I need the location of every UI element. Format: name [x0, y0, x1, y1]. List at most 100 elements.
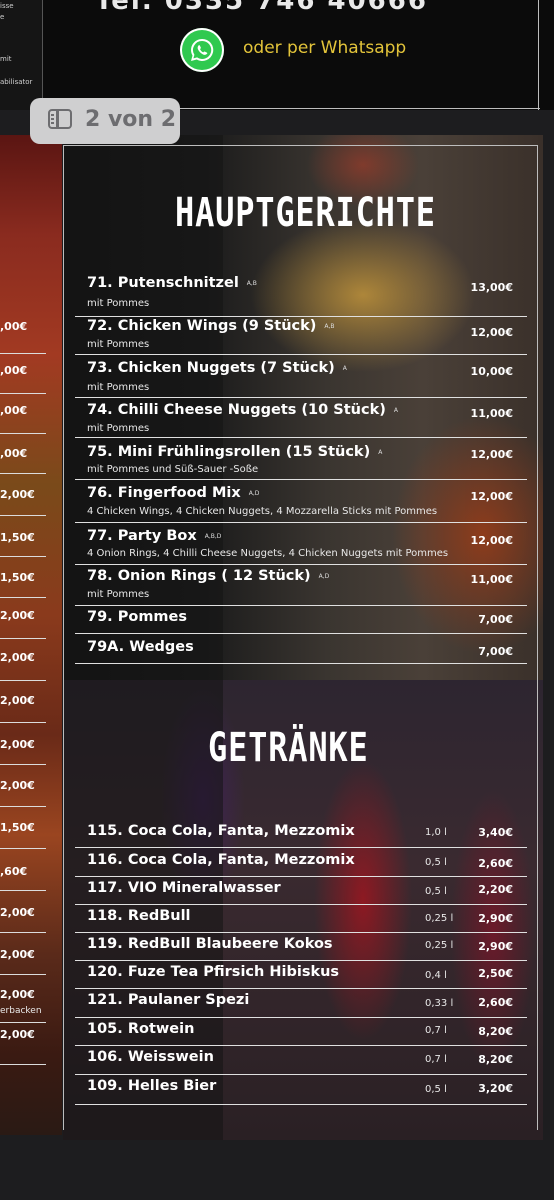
price-fragment: 1,50€ — [0, 821, 35, 834]
menu-item-volume: 0,7 l — [425, 1054, 447, 1065]
menu-item-name: 105. Rotwein — [87, 1021, 195, 1037]
menu-item-price: 12,00€ — [470, 534, 513, 547]
price-fragment: 2,00€ — [0, 488, 35, 501]
menu-item-name: 79A. Wedges — [87, 639, 194, 655]
divider — [75, 988, 527, 989]
price-fragment: 1,50€ — [0, 571, 35, 584]
page-indicator-label: 2 von 2 — [85, 107, 177, 132]
divider — [0, 680, 46, 681]
divider — [0, 848, 46, 849]
menu-item-name: 74. Chilli Cheese Nuggets (10 Stück) A — [87, 402, 398, 418]
menu-item-description: mit Pommes — [87, 589, 150, 600]
frame-line — [537, 145, 538, 1130]
menu-item-description: mit Pommes — [87, 423, 150, 434]
divider — [75, 876, 527, 877]
menu-item-name: 117. VIO Mineralwasser — [87, 880, 281, 896]
bottom-toolbar-area — [0, 1140, 554, 1200]
menu-item-price: 12,00€ — [470, 326, 513, 339]
divider — [75, 397, 527, 398]
divider — [75, 316, 527, 317]
divider — [75, 1045, 527, 1046]
whatsapp-icon — [180, 28, 224, 72]
menu-item-description: mit Pommes — [87, 298, 150, 309]
divider — [75, 847, 527, 848]
divider — [75, 663, 527, 664]
divider — [0, 806, 46, 807]
menu-item-volume: 0,33 l — [425, 998, 454, 1009]
menu-item-price: 13,00€ — [470, 281, 513, 294]
menu-item-description: mit Pommes — [87, 339, 150, 350]
divider — [75, 1074, 527, 1075]
fragment-text: abilisator — [0, 78, 33, 86]
divider — [0, 932, 46, 933]
fragment-text: e — [0, 13, 5, 21]
menu-item-price: 3,20€ — [478, 1082, 513, 1095]
menu-item-price: 12,00€ — [470, 490, 513, 503]
divider — [0, 433, 46, 434]
fragment-text: erbacken — [0, 1006, 42, 1016]
menu-item-name: 78. Onion Rings ( 12 Stück) A,D — [87, 568, 330, 584]
menu-item-volume: 0,5 l — [425, 886, 447, 897]
divider — [75, 437, 527, 438]
price-fragment: 2,00€ — [0, 694, 35, 707]
menu-item-name: 71. Putenschnitzel A,B — [87, 275, 257, 291]
menu-item-price: 2,90€ — [478, 912, 513, 925]
price-fragment: 2,00€ — [0, 738, 35, 751]
divider — [75, 479, 527, 480]
divider — [0, 393, 46, 394]
phone-number: Tel. 0335 746 40666 — [95, 0, 428, 16]
page-indicator[interactable]: 2 von 2 — [30, 98, 180, 144]
divider — [75, 932, 527, 933]
menu-item-name: 119. RedBull Blaubeere Kokos — [87, 936, 333, 952]
menu-item-volume: 0,5 l — [425, 857, 447, 868]
menu-item-name: 73. Chicken Nuggets (7 Stück) A — [87, 360, 347, 376]
menu-item-name: 109. Helles Bier — [87, 1078, 217, 1094]
menu-item-volume: 0,25 l — [425, 913, 454, 924]
menu-item-price: 7,00€ — [478, 613, 513, 626]
divider — [75, 904, 527, 905]
divider — [0, 515, 46, 516]
menu-item-price: 11,00€ — [470, 407, 513, 420]
price-fragment: 2,00€ — [0, 609, 35, 622]
menu-item-description: mit Pommes und Süß-Sauer -Soße — [87, 464, 259, 475]
frame-line — [63, 145, 64, 1130]
menu-item-name: 116. Coca Cola, Fanta, Mezzomix — [87, 852, 355, 868]
menu-item-name: 115. Coca Cola, Fanta, Mezzomix — [87, 823, 355, 839]
price-fragment: ,00€ — [0, 364, 28, 377]
menu-item-price: 10,00€ — [470, 365, 513, 378]
divider — [75, 633, 527, 634]
menu-item-name: 72. Chicken Wings (9 Stück) A,B — [87, 318, 335, 334]
menu-item-name: 106. Weisswein — [87, 1049, 214, 1065]
fragment-text: isse — [0, 2, 14, 10]
menu-item-price: 8,20€ — [478, 1053, 513, 1066]
divider — [0, 974, 46, 975]
previous-page-prices: ,00€ ,00€ ,00€ ,00€ 2,00€ 1,50€ 1,50€ 2,… — [0, 135, 62, 1135]
divider — [538, 0, 539, 110]
price-fragment: 1,50€ — [0, 531, 35, 544]
menu-item-name: 76. Fingerfood Mix A,D — [87, 485, 260, 501]
price-fragment: 2,00€ — [0, 906, 35, 919]
menu-item-price: 12,00€ — [470, 448, 513, 461]
menu-item-price: 3,40€ — [478, 826, 513, 839]
menu-item-price: 2,60€ — [478, 996, 513, 1009]
menu-item-price: 2,90€ — [478, 940, 513, 953]
fragment-text: mit — [0, 55, 12, 63]
menu-item-description: 4 Onion Rings, 4 Chilli Cheese Nuggets, … — [87, 548, 449, 559]
menu-item-volume: 0,4 l — [425, 970, 447, 981]
divider — [0, 764, 46, 765]
previous-page-sidebar: isse e mit abilisator — [0, 0, 43, 110]
sidebar-page-icon — [48, 109, 72, 129]
divider — [0, 638, 46, 639]
divider — [0, 722, 46, 723]
divider — [75, 564, 527, 565]
divider — [75, 1104, 527, 1105]
menu-item-volume: 1,0 l — [425, 827, 447, 838]
divider — [75, 354, 527, 355]
divider — [0, 597, 46, 598]
menu-item-name: 118. RedBull — [87, 908, 191, 924]
menu-item-volume: 0,7 l — [425, 1025, 447, 1036]
menu-item-price: 11,00€ — [470, 573, 513, 586]
menu-item-price: 7,00€ — [478, 645, 513, 658]
menu-item-price: 2,60€ — [478, 857, 513, 870]
menu-item-description: 4 Chicken Wings, 4 Chicken Nuggets, 4 Mo… — [87, 506, 438, 517]
